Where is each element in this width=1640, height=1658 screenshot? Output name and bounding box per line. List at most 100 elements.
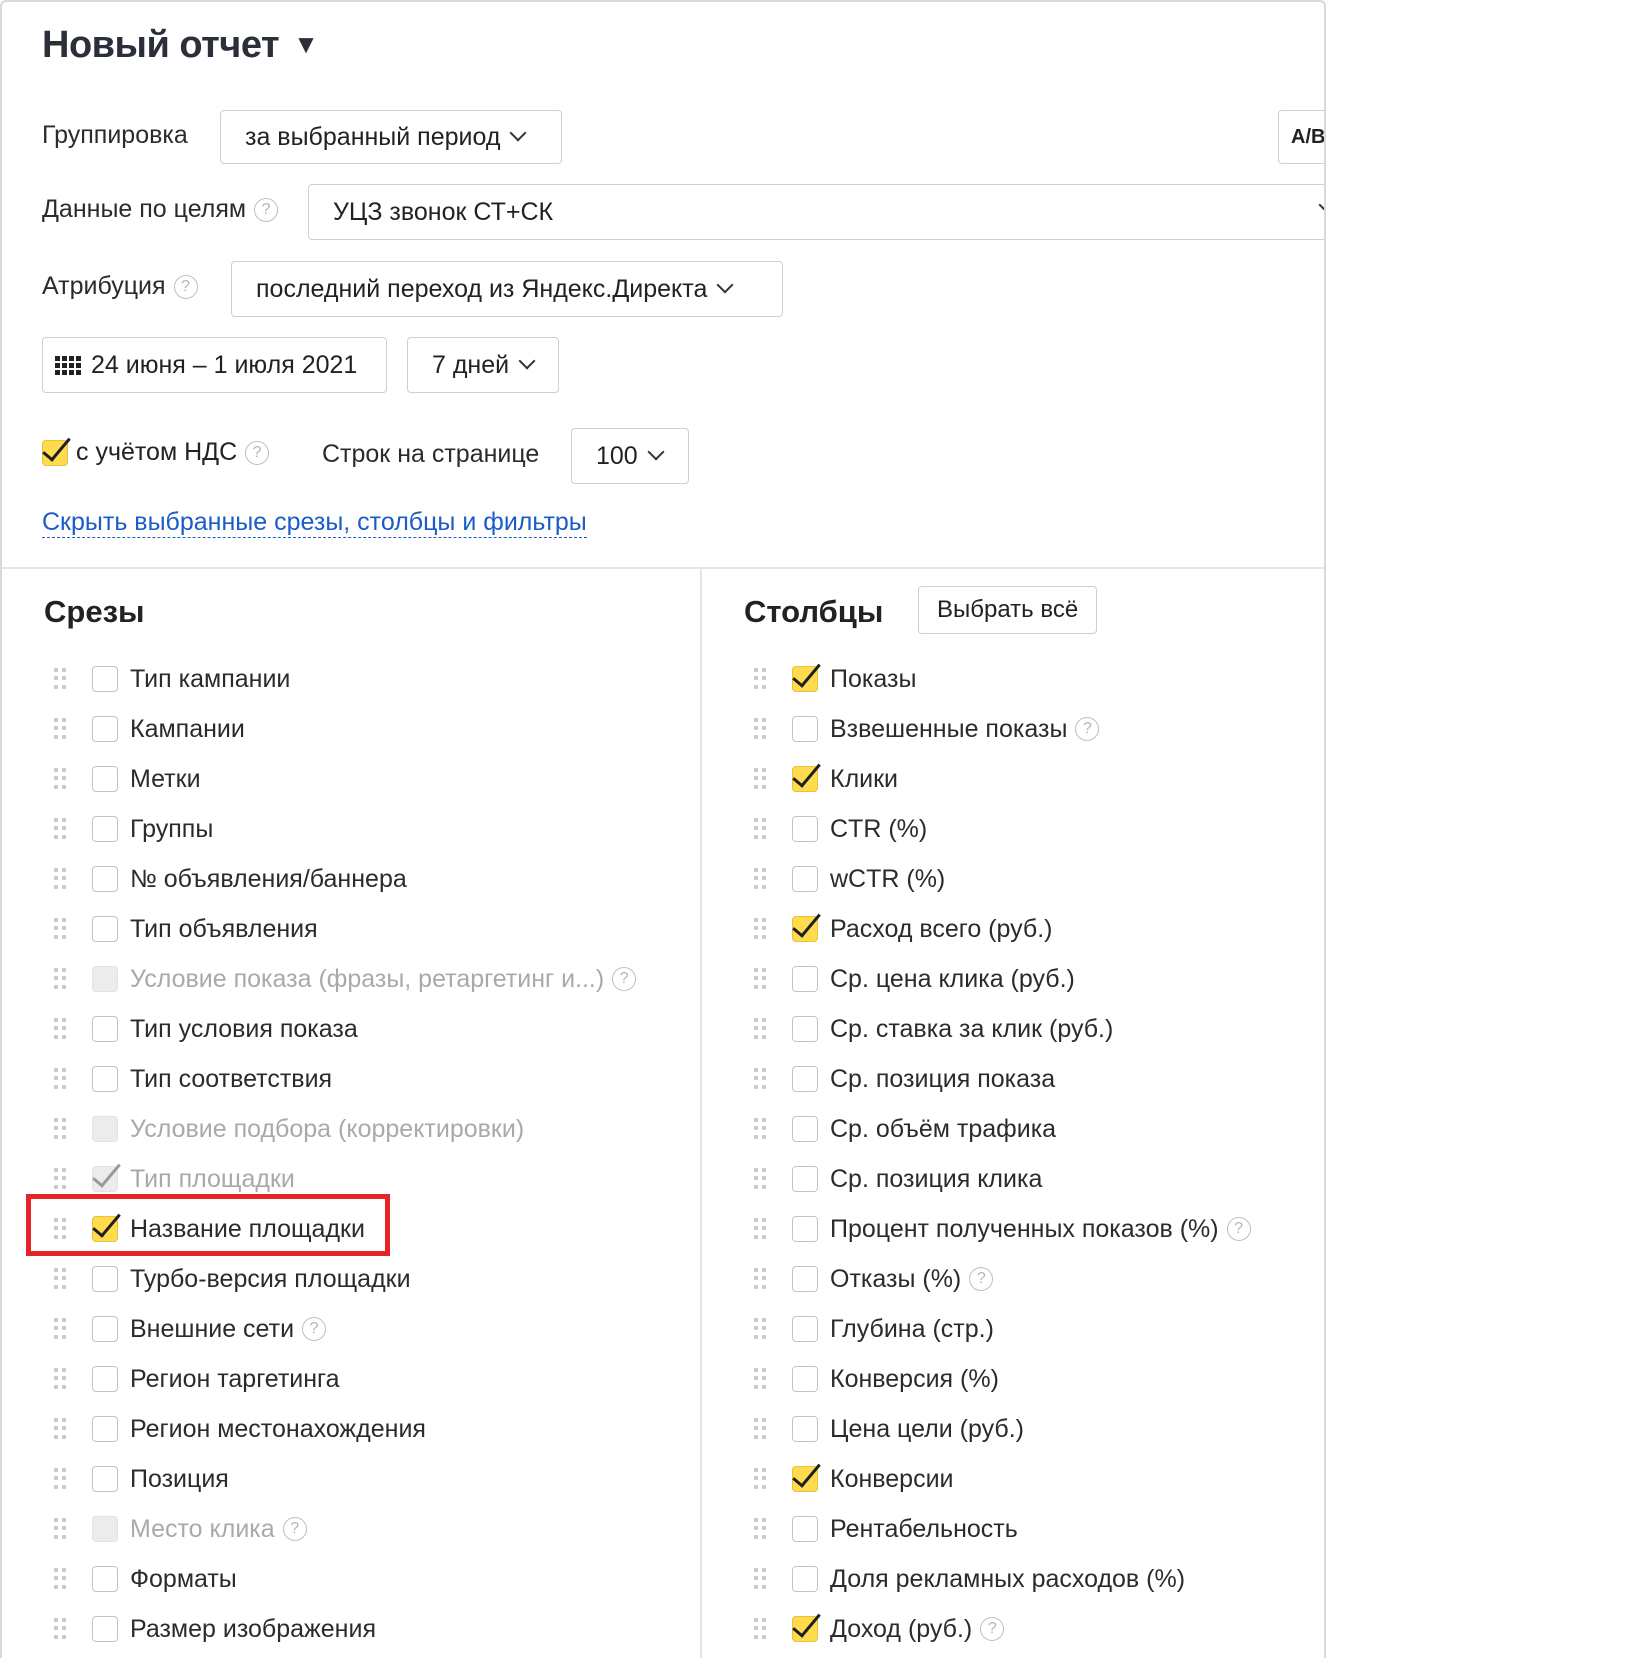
slices-item[interactable]: Тип объявления — [54, 904, 636, 954]
columns-item[interactable]: Процент полученных показов (%)? — [754, 1204, 1251, 1254]
vat-checkbox-row[interactable]: с учётом НДС ? — [42, 438, 270, 467]
drag-handle-icon[interactable] — [54, 1268, 68, 1290]
help-icon[interactable]: ? — [245, 440, 270, 465]
columns-item-checkbox[interactable] — [792, 1166, 818, 1192]
columns-item-checkbox[interactable] — [792, 1216, 818, 1242]
rows-per-page-select[interactable]: 100 — [571, 428, 689, 484]
drag-handle-icon[interactable] — [54, 868, 68, 890]
drag-handle-icon[interactable] — [754, 918, 768, 940]
columns-item-checkbox[interactable] — [792, 1266, 818, 1292]
slices-item-checkbox[interactable] — [92, 1266, 118, 1292]
help-icon[interactable]: ? — [969, 1267, 994, 1291]
slices-item-checkbox[interactable] — [92, 816, 118, 842]
drag-handle-icon[interactable] — [54, 1318, 68, 1340]
drag-handle-icon[interactable] — [54, 1018, 68, 1040]
drag-handle-icon[interactable] — [754, 1118, 768, 1140]
drag-handle-icon[interactable] — [754, 1468, 768, 1490]
columns-item[interactable]: Ср. объём трафика — [754, 1104, 1251, 1154]
columns-item[interactable]: Отказы (%)? — [754, 1254, 1251, 1304]
drag-handle-icon[interactable] — [54, 1618, 68, 1640]
ab-format-button[interactable]: A/B — [1278, 110, 1324, 164]
columns-item-checkbox[interactable] — [792, 816, 818, 842]
help-icon[interactable]: ? — [173, 275, 198, 299]
slices-item[interactable]: Группы — [54, 804, 636, 854]
drag-handle-icon[interactable] — [54, 718, 68, 740]
columns-item-checkbox[interactable] — [792, 1066, 818, 1092]
columns-item[interactable]: Конверсия (%) — [754, 1354, 1251, 1404]
columns-item[interactable]: Доля рекламных расходов (%) — [754, 1554, 1251, 1604]
drag-handle-icon[interactable] — [54, 1468, 68, 1490]
drag-handle-icon[interactable] — [754, 1068, 768, 1090]
slices-item-checkbox[interactable] — [92, 1016, 118, 1042]
columns-item[interactable]: Клики — [754, 754, 1251, 804]
columns-item[interactable]: Доход (руб.)? — [754, 1604, 1251, 1654]
columns-item[interactable]: Цена цели (руб.) — [754, 1404, 1251, 1454]
columns-item-checkbox[interactable] — [792, 1116, 818, 1142]
columns-item[interactable]: Показы — [754, 654, 1251, 704]
drag-handle-icon[interactable] — [754, 768, 768, 790]
slices-item-checkbox[interactable] — [92, 1066, 118, 1092]
slices-item[interactable]: Позиция — [54, 1454, 636, 1504]
drag-handle-icon[interactable] — [54, 768, 68, 790]
slices-item[interactable]: Размер изображения — [54, 1604, 636, 1654]
slices-item-checkbox[interactable] — [92, 1566, 118, 1592]
drag-handle-icon[interactable] — [54, 1568, 68, 1590]
slices-item[interactable]: Тип условия показа — [54, 1004, 636, 1054]
slices-item-checkbox[interactable] — [92, 1366, 118, 1392]
columns-item-checkbox[interactable] — [792, 966, 818, 992]
slices-item[interactable]: Тип кампании — [54, 654, 636, 704]
drag-handle-icon[interactable] — [754, 718, 768, 740]
columns-item-checkbox[interactable] — [792, 1616, 818, 1642]
drag-handle-icon[interactable] — [754, 1518, 768, 1540]
slices-item[interactable]: Форматы — [54, 1554, 636, 1604]
drag-handle-icon[interactable] — [54, 668, 68, 690]
drag-handle-icon[interactable] — [54, 1118, 68, 1140]
date-range-picker[interactable]: 24 июня – 1 июля 2021 — [42, 337, 387, 393]
columns-item[interactable]: Ср. позиция клика — [754, 1154, 1251, 1204]
columns-item-checkbox[interactable] — [792, 1316, 818, 1342]
slices-item[interactable]: Метки — [54, 754, 636, 804]
drag-handle-icon[interactable] — [54, 1068, 68, 1090]
slices-item[interactable]: Регион местонахождения — [54, 1404, 636, 1454]
drag-handle-icon[interactable] — [54, 968, 68, 990]
slices-item-checkbox[interactable] — [92, 1616, 118, 1642]
toggle-selection-link[interactable]: Скрыть выбранные срезы, столбцы и фильтр… — [42, 507, 587, 538]
columns-item[interactable]: Ср. позиция показа — [754, 1054, 1251, 1104]
columns-item-checkbox[interactable] — [792, 1416, 818, 1442]
slices-item-checkbox[interactable] — [92, 666, 118, 692]
slices-item-checkbox[interactable] — [92, 1466, 118, 1492]
slices-item-checkbox[interactable] — [92, 916, 118, 942]
columns-item[interactable]: Ср. ставка за клик (руб.) — [754, 1004, 1251, 1054]
slices-item-checkbox[interactable] — [92, 866, 118, 892]
drag-handle-icon[interactable] — [754, 1318, 768, 1340]
columns-item[interactable]: wCTR (%) — [754, 854, 1251, 904]
columns-item[interactable]: Расход всего (руб.) — [754, 904, 1251, 954]
columns-item-checkbox[interactable] — [792, 666, 818, 692]
drag-handle-icon[interactable] — [754, 1418, 768, 1440]
columns-item-checkbox[interactable] — [792, 866, 818, 892]
columns-item-checkbox[interactable] — [792, 1566, 818, 1592]
columns-item[interactable]: Рентабельность — [754, 1504, 1251, 1554]
columns-item[interactable]: CTR (%) — [754, 804, 1251, 854]
select-all-button[interactable]: Выбрать всё — [918, 586, 1098, 634]
columns-item-checkbox[interactable] — [792, 1516, 818, 1542]
drag-handle-icon[interactable] — [754, 1268, 768, 1290]
slices-item-checkbox[interactable] — [92, 1316, 118, 1342]
columns-item-checkbox[interactable] — [792, 1366, 818, 1392]
drag-handle-icon[interactable] — [54, 1368, 68, 1390]
vat-checkbox[interactable] — [42, 439, 68, 466]
drag-handle-icon[interactable] — [754, 1018, 768, 1040]
help-icon[interactable]: ? — [302, 1317, 327, 1341]
slices-item-checkbox[interactable] — [92, 766, 118, 792]
period-preset-select[interactable]: 7 дней — [407, 337, 559, 393]
slices-item-checkbox[interactable] — [92, 1416, 118, 1442]
columns-item[interactable]: Глубина (стр.) — [754, 1304, 1251, 1354]
help-icon[interactable]: ? — [254, 198, 279, 222]
slices-item[interactable]: № объявления/баннера — [54, 854, 636, 904]
drag-handle-icon[interactable] — [754, 868, 768, 890]
drag-handle-icon[interactable] — [54, 1168, 68, 1190]
columns-item[interactable]: Конверсии — [754, 1454, 1251, 1504]
help-icon[interactable]: ? — [1075, 717, 1100, 741]
drag-handle-icon[interactable] — [754, 968, 768, 990]
grouping-select[interactable]: за выбранный период — [220, 110, 562, 164]
